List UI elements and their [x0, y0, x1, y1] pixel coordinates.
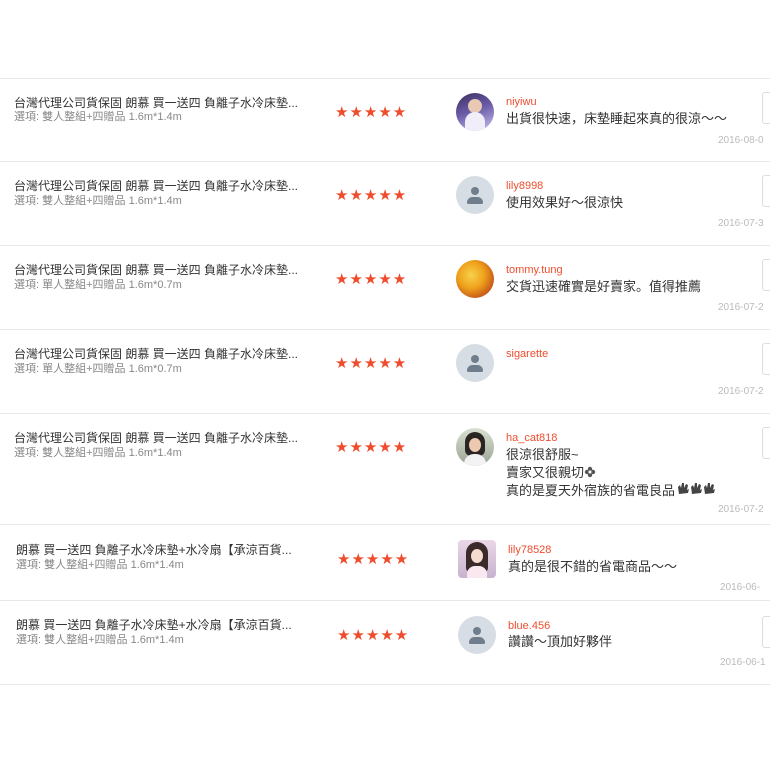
default-user-avatar-icon[interactable] [458, 616, 496, 654]
review-comment-line: 真的是夏天外宿族的省電良品 [506, 482, 717, 500]
action-button[interactable] [762, 343, 770, 375]
rating-stars: ★★★★★ [337, 550, 410, 568]
sparkle-emoji-icon [584, 465, 596, 478]
rating-stars: ★★★★★ [335, 270, 408, 288]
username[interactable]: sigarette [506, 347, 548, 361]
divider [0, 524, 770, 525]
action-button[interactable] [762, 175, 770, 207]
product-name[interactable]: 台灣代理公司貨保固 朗慕 買一送四 負離子水冷床墊... [14, 95, 304, 111]
username[interactable]: niyiwu [506, 95, 537, 109]
product-name[interactable]: 台灣代理公司貨保固 朗慕 買一送四 負離子水冷床墊... [14, 430, 304, 446]
review-date: 2016-07-2 [718, 504, 764, 515]
username[interactable]: lily8998 [506, 179, 543, 193]
clap-emoji-icon [677, 482, 717, 500]
review-date: 2016-07-3 [718, 218, 764, 229]
review-comment: 真的是很不錯的省電商品～～ [508, 559, 678, 574]
product-name[interactable]: 台灣代理公司貨保固 朗慕 買一送四 負離子水冷床墊... [14, 346, 304, 362]
review-comment-text: 賣家又很親切 [506, 465, 585, 480]
action-button[interactable] [762, 92, 770, 124]
default-user-avatar-icon[interactable] [456, 344, 494, 382]
divider [0, 600, 770, 601]
product-name[interactable]: 朗慕 買一送四 負離子水冷床墊+水冷扇【承涼百貨... [16, 617, 306, 633]
rating-stars: ★★★★★ [335, 186, 408, 204]
review-comment: 很涼很舒服~ [506, 447, 579, 462]
product-option: 選項: 雙人整組+四贈品 1.6m*1.4m [14, 111, 182, 123]
divider [0, 684, 770, 685]
divider [0, 245, 770, 246]
divider [0, 78, 770, 79]
product-option: 選項: 雙人整組+四贈品 1.6m*1.4m [16, 559, 184, 571]
divider [0, 161, 770, 162]
review-comment: 使用效果好～很涼快 [506, 195, 624, 210]
user-avatar[interactable] [456, 260, 494, 298]
user-avatar[interactable] [456, 93, 494, 131]
review-date: 2016-06- [720, 582, 761, 593]
username[interactable]: blue.456 [508, 619, 550, 633]
rating-stars: ★★★★★ [335, 438, 408, 456]
divider [0, 413, 770, 414]
default-user-avatar-icon[interactable] [456, 176, 494, 214]
review-comment-line: 賣家又很親切 [506, 464, 596, 482]
review-date: 2016-07-2 [718, 386, 764, 397]
username[interactable]: lily78528 [508, 543, 551, 557]
action-button[interactable] [762, 259, 770, 291]
review-comment: 交貨迅速確實是好賣家。值得推薦 [506, 279, 702, 294]
username[interactable]: ha_cat818 [506, 431, 557, 445]
review-date: 2016-08-0 [718, 135, 764, 146]
action-button[interactable] [762, 616, 770, 648]
review-comment-text: 真的是夏天外宿族的省電良品 [506, 483, 676, 498]
rating-stars: ★★★★★ [337, 626, 410, 644]
product-option: 選項: 雙人整組+四贈品 1.6m*1.4m [16, 634, 184, 646]
divider [0, 329, 770, 330]
product-option: 選項: 雙人整組+四贈品 1.6m*1.4m [14, 447, 182, 459]
review-date: 2016-07-2 [718, 302, 764, 313]
user-avatar[interactable] [456, 428, 494, 466]
product-option: 選項: 單人整組+四贈品 1.6m*0.7m [14, 279, 182, 291]
product-name[interactable]: 台灣代理公司貨保固 朗慕 買一送四 負離子水冷床墊... [14, 262, 304, 278]
product-name[interactable]: 朗慕 買一送四 負離子水冷床墊+水冷扇【承涼百貨... [16, 542, 306, 558]
username[interactable]: tommy.tung [506, 263, 563, 277]
action-button[interactable] [762, 427, 770, 459]
review-comment: 出貨很快速，床墊睡起來真的很涼～～ [506, 111, 728, 126]
rating-stars: ★★★★★ [335, 354, 408, 372]
product-option: 選項: 單人整組+四贈品 1.6m*0.7m [14, 363, 182, 375]
user-avatar[interactable] [458, 540, 496, 578]
product-option: 選項: 雙人整組+四贈品 1.6m*1.4m [14, 195, 182, 207]
review-comment: 讚讚～頂加好夥伴 [508, 634, 613, 649]
review-date: 2016-06-1 [720, 657, 766, 668]
product-name[interactable]: 台灣代理公司貨保固 朗慕 買一送四 負離子水冷床墊... [14, 178, 304, 194]
rating-stars: ★★★★★ [335, 103, 408, 121]
